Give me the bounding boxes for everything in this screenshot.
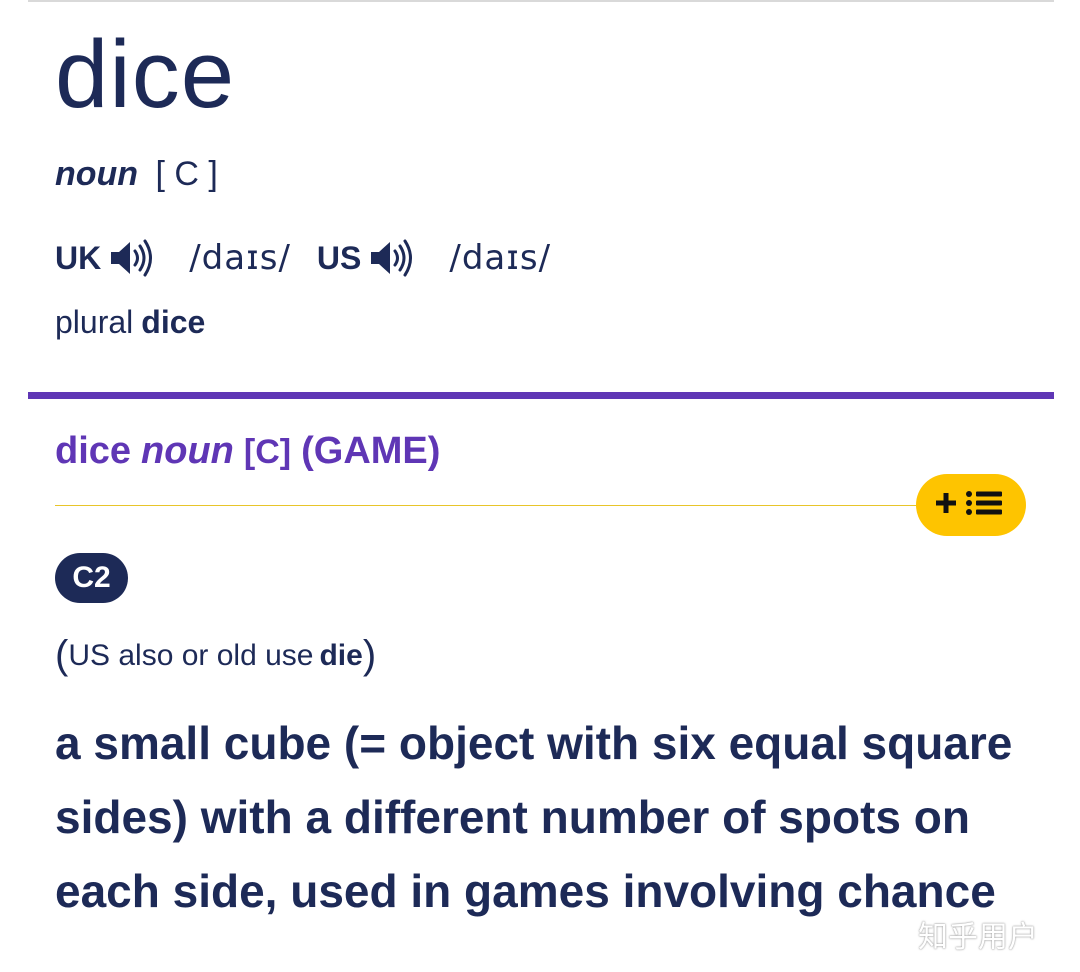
sense-divider	[28, 392, 1054, 399]
usage-open-paren: (	[55, 633, 69, 677]
top-divider	[28, 0, 1054, 2]
plural-label: plural	[55, 304, 134, 340]
region-label-uk: UK	[55, 239, 102, 276]
usage-note: (US also or old use die)	[55, 630, 376, 681]
plural-form: dice	[141, 304, 206, 340]
region-label-us: US	[316, 239, 362, 276]
usage-label: US also or old use	[68, 639, 314, 672]
add-to-word-list-button[interactable]	[916, 474, 1026, 536]
grammar-code: [ C ]	[155, 155, 218, 193]
usage-close-paren: )	[362, 633, 377, 677]
speaker-icon[interactable]	[109, 238, 155, 278]
part-of-speech: noun	[55, 155, 139, 193]
cefr-level-badge: C2	[55, 553, 128, 603]
sense-part-of-speech: noun	[141, 430, 234, 472]
speaker-icon[interactable]	[369, 238, 415, 278]
entry-headword: dice	[55, 21, 236, 128]
part-of-speech-line: noun [ C ]	[55, 152, 218, 196]
definition-text: a small cube (= object with six equal sq…	[55, 717, 1013, 917]
usage-variant: die	[319, 639, 363, 672]
sense-grammar-code: [C]	[243, 433, 292, 471]
sense-underline	[55, 505, 925, 506]
watermark: 知乎用户	[918, 920, 1038, 955]
sense-header: dice noun [C] (GAME)	[55, 426, 440, 477]
pronunciation-line: UK /daɪs/ US /daɪs/	[55, 234, 577, 282]
dictionary-entry-page: dice noun [ C ] UK /daɪs/ US /daɪs/ plur…	[0, 0, 1080, 972]
guide-word: (GAME)	[301, 430, 441, 472]
plural-line: plural dice	[55, 300, 205, 344]
ipa-us: /daɪs/	[449, 238, 552, 278]
sense-headword: dice	[55, 430, 132, 472]
add-to-word-list-icon	[934, 488, 1008, 523]
ipa-uk: /daɪs/	[189, 238, 291, 278]
